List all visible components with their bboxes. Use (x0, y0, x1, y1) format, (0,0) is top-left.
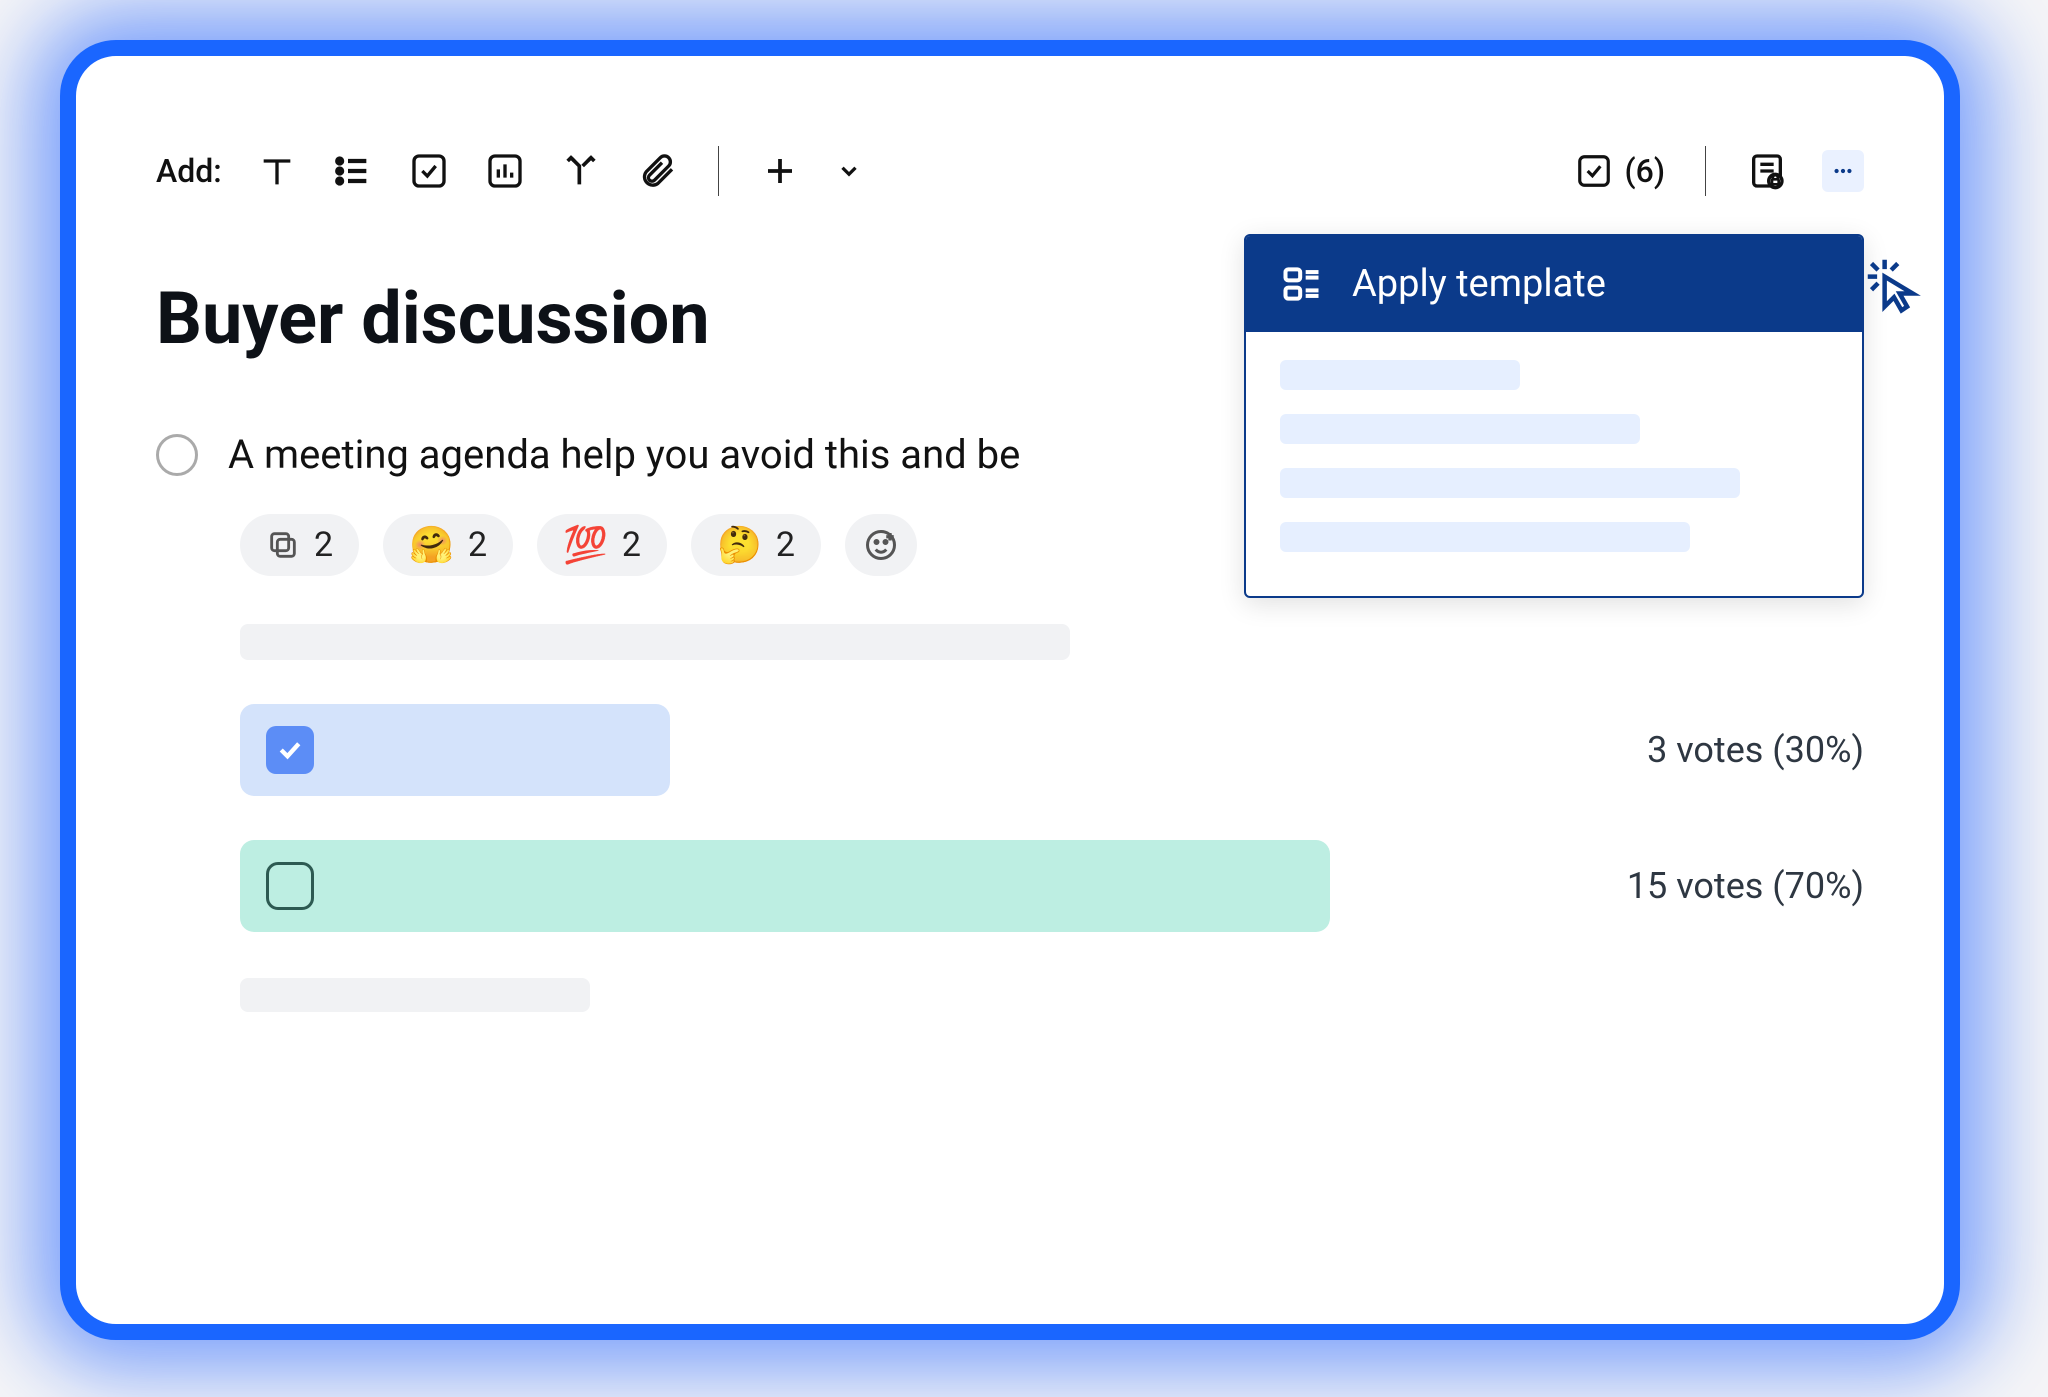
copy-icon (266, 528, 300, 562)
toolbar-divider-2 (1705, 146, 1706, 196)
dropdown-skel (1280, 360, 1520, 390)
checkbox-icon[interactable] (408, 150, 450, 192)
toolbar: Add: (6) (156, 146, 1864, 196)
poll-bar-1[interactable] (240, 704, 670, 796)
reaction-count: 2 (314, 525, 333, 565)
task-icon (1573, 150, 1615, 192)
more-icon[interactable] (1822, 150, 1864, 192)
dropdown-skel (1280, 414, 1640, 444)
100-emoji: 💯 (563, 524, 608, 566)
task-count[interactable]: (6) (1573, 150, 1665, 192)
dropdown-skel (1280, 522, 1690, 552)
apply-template-item[interactable]: Apply template (1246, 236, 1862, 332)
text-icon[interactable] (256, 150, 298, 192)
list-icon[interactable] (332, 150, 374, 192)
fork-icon[interactable] (560, 150, 602, 192)
dropdown-placeholder-body (1246, 332, 1862, 596)
app-window: Add: (6) (60, 40, 1960, 1340)
chevron-down-icon[interactable] (835, 150, 863, 192)
reaction-copy[interactable]: 2 (240, 514, 359, 576)
more-dropdown: Apply template (1244, 234, 1864, 598)
cursor-click-icon (1864, 256, 1924, 316)
toolbar-add-label: Add: (156, 152, 222, 190)
template-icon (1280, 262, 1324, 306)
poll-votes-2: 15 votes (70%) (1627, 865, 1864, 907)
reaction-count: 2 (622, 525, 641, 565)
plus-icon[interactable] (759, 150, 801, 192)
reaction-thinking[interactable]: 🤔 2 (691, 514, 821, 576)
paperclip-icon[interactable] (636, 150, 678, 192)
poll-option-1: 3 votes (30%) (240, 704, 1864, 796)
agenda-bullet[interactable] (156, 434, 198, 476)
poll-checkbox-checked[interactable] (266, 726, 314, 774)
poll-checkbox-empty[interactable] (266, 862, 314, 910)
add-reaction-button[interactable] (845, 514, 917, 576)
poll-option-2: 15 votes (70%) (240, 840, 1864, 932)
toolbar-divider (718, 146, 719, 196)
task-count-value: (6) (1625, 152, 1665, 190)
reaction-hug[interactable]: 🤗 2 (383, 514, 513, 576)
think-emoji: 🤔 (717, 524, 762, 566)
poll-bar-2[interactable] (240, 840, 1330, 932)
dropdown-skel (1280, 468, 1740, 498)
reaction-count: 2 (468, 525, 487, 565)
agenda-text: A meeting agenda help you avoid this and… (228, 431, 1020, 478)
chart-icon[interactable] (484, 150, 526, 192)
placeholder-line (240, 624, 1070, 660)
add-reaction-icon (863, 527, 899, 563)
private-notes-icon[interactable] (1746, 150, 1788, 192)
reaction-100[interactable]: 💯 2 (537, 514, 667, 576)
placeholder-line-2 (240, 978, 590, 1012)
reaction-count: 2 (776, 525, 795, 565)
apply-template-label: Apply template (1352, 262, 1606, 306)
hug-emoji: 🤗 (409, 524, 454, 566)
poll-votes-1: 3 votes (30%) (1647, 729, 1864, 771)
